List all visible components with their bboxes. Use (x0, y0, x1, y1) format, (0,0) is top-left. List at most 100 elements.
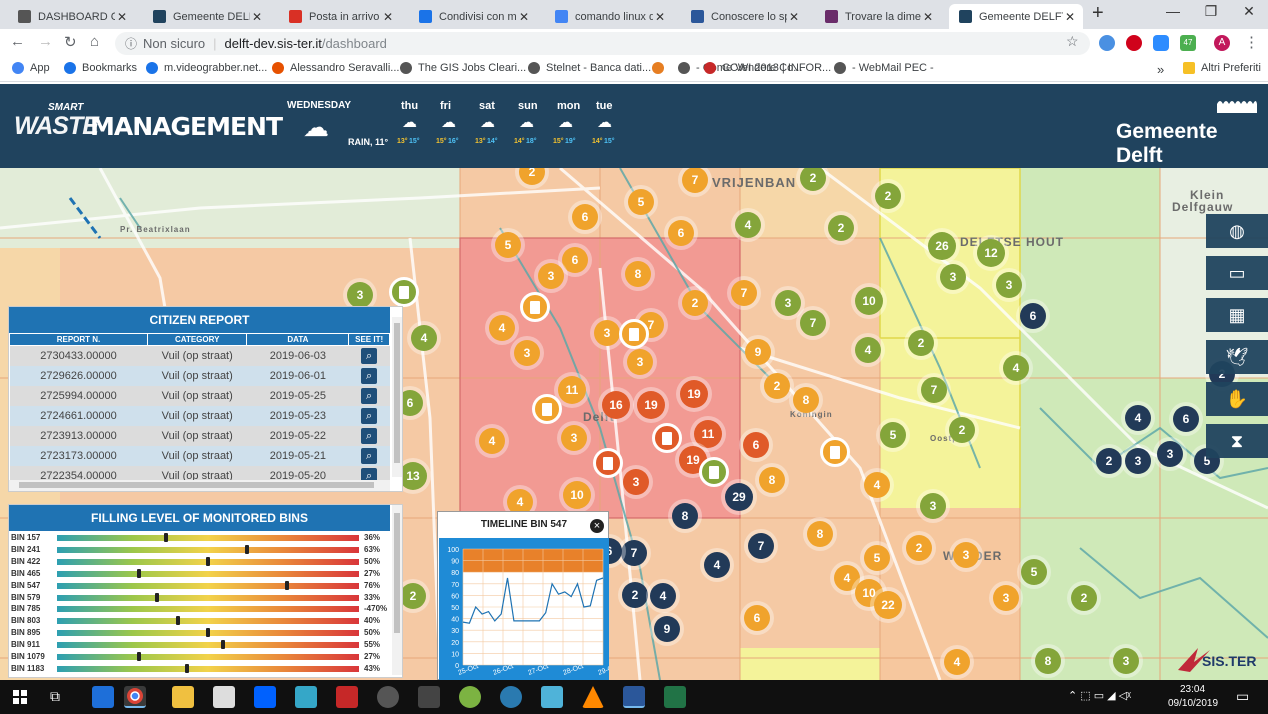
star-icon[interactable]: ☆ (1066, 33, 1079, 50)
close-tab-icon[interactable]: ✕ (381, 10, 395, 24)
cluster-marker[interactable]: 3 (627, 349, 653, 375)
cluster-marker[interactable]: 7 (621, 540, 647, 566)
search-icon[interactable]: ⌕ (361, 367, 378, 384)
cluster-marker[interactable]: 5 (880, 422, 906, 448)
bookmark-item[interactable]: The GIS Jobs Cleari... (400, 62, 526, 74)
cluster-marker[interactable]: 22 (874, 591, 902, 619)
cluster-marker[interactable]: 8 (1035, 648, 1061, 674)
cluster-marker[interactable]: 3 (993, 585, 1019, 611)
bookmark-item[interactable]: CCWI 2013 | INFOR... (704, 62, 831, 74)
cluster-marker[interactable]: 4 (735, 212, 761, 238)
excel-icon[interactable] (664, 686, 686, 708)
cluster-marker[interactable]: 3 (1157, 441, 1183, 467)
cluster-marker[interactable]: 3 (1113, 648, 1139, 674)
bin-marker[interactable] (520, 292, 550, 322)
cluster-marker[interactable]: 7 (731, 280, 757, 306)
browser-tab[interactable]: Gemeente DELFT✕ (143, 4, 270, 29)
bin-marker[interactable] (593, 448, 623, 478)
search-icon[interactable]: ⌕ (361, 447, 378, 464)
cluster-marker[interactable]: 7 (748, 533, 774, 559)
hand-icon[interactable]: ✋ (1206, 382, 1268, 416)
search-icon[interactable]: ⌕ (361, 387, 378, 404)
browser-tab[interactable]: Gemeente DELFT✕ (949, 4, 1083, 29)
cluster-marker[interactable]: 6 (744, 605, 770, 631)
word-icon[interactable] (623, 686, 645, 708)
cluster-marker[interactable]: 2 (682, 290, 708, 316)
app-icon[interactable] (500, 686, 522, 708)
cluster-marker[interactable]: 6 (1173, 406, 1199, 432)
vertical-scrollbar[interactable] (392, 505, 402, 675)
profile-avatar[interactable]: A (1214, 35, 1230, 51)
bookmark-item[interactable] (652, 62, 670, 74)
cluster-marker[interactable]: 3 (347, 282, 373, 308)
browser-tab[interactable]: comando linux dir ✕ (545, 4, 673, 29)
cluster-marker[interactable]: 5 (864, 545, 890, 571)
cluster-marker[interactable]: 4 (944, 649, 970, 675)
cluster-marker[interactable]: 3 (1125, 448, 1151, 474)
grid-icon[interactable]: ▦ (1206, 298, 1268, 332)
cluster-marker[interactable]: 2 (875, 183, 901, 209)
cluster-marker[interactable]: 2 (949, 417, 975, 443)
address-bar[interactable]: ⓘ Non sicuro | delft-dev.sis-ter.it /das… (115, 32, 1090, 55)
cluster-marker[interactable]: 5 (1021, 559, 1047, 585)
adblock-icon[interactable] (1126, 35, 1142, 51)
cluster-marker[interactable]: 3 (594, 320, 620, 346)
cluster-marker[interactable]: 4 (479, 428, 505, 454)
search-icon[interactable]: ⌕ (361, 427, 378, 444)
edge-icon[interactable] (92, 686, 114, 708)
cluster-marker[interactable]: 2 (622, 582, 648, 608)
cluster-marker[interactable]: 6 (1020, 303, 1046, 329)
bin-marker[interactable] (820, 437, 850, 467)
back-icon[interactable]: ← (10, 33, 25, 50)
cluster-marker[interactable]: 8 (759, 467, 785, 493)
cluster-marker[interactable]: 8 (625, 261, 651, 287)
chrome-icon[interactable] (124, 686, 146, 708)
cluster-marker[interactable]: 6 (743, 432, 769, 458)
cluster-marker[interactable]: 4 (704, 552, 730, 578)
vlc-icon[interactable] (582, 686, 604, 708)
bookmark-item[interactable]: Bookmarks (64, 62, 137, 74)
bookmark-item[interactable]: Alessandro Seravalli... (272, 62, 399, 74)
browser-tab[interactable]: DASHBOARD Cast✕ (8, 4, 135, 29)
cluster-marker[interactable]: 11 (558, 376, 586, 404)
vertical-scrollbar[interactable] (392, 317, 402, 477)
cluster-marker[interactable]: 29 (725, 483, 753, 511)
new-tab-icon[interactable]: + (1092, 2, 1104, 25)
close-button[interactable]: × (590, 519, 604, 533)
cluster-marker[interactable]: 3 (514, 340, 540, 366)
cluster-marker[interactable]: 3 (996, 272, 1022, 298)
cluster-marker[interactable]: 3 (561, 425, 587, 451)
close-tab-icon[interactable]: ✕ (921, 10, 935, 24)
horizontal-scrollbar[interactable] (9, 480, 390, 491)
cluster-marker[interactable]: 6 (572, 204, 598, 230)
store-icon[interactable] (213, 686, 235, 708)
search-icon[interactable]: ⌕ (361, 467, 378, 481)
bookmark-item[interactable]: Stelnet - Banca dati... (528, 62, 651, 74)
app-icon[interactable] (418, 686, 440, 708)
cluster-marker[interactable]: 4 (411, 325, 437, 351)
cluster-marker[interactable]: 19 (637, 391, 665, 419)
browser-tab[interactable]: Condivisi con me ✕ (409, 4, 537, 29)
bookmark-item[interactable]: - WebMail PEC - (834, 62, 934, 74)
cluster-marker[interactable]: 9 (745, 339, 771, 365)
app-icon[interactable] (541, 686, 563, 708)
extension-icon[interactable] (1099, 35, 1115, 51)
cluster-marker[interactable]: 7 (682, 168, 708, 193)
cluster-marker[interactable]: 6 (668, 220, 694, 246)
extension-badge[interactable]: 47 (1180, 35, 1196, 51)
search-icon[interactable]: ⌕ (361, 347, 378, 364)
bin-marker[interactable] (652, 423, 682, 453)
home-icon[interactable]: ⌂ (90, 33, 99, 50)
cluster-marker[interactable]: 26 (928, 232, 956, 260)
forward-icon[interactable]: → (38, 33, 53, 50)
cluster-marker[interactable]: 8 (807, 521, 833, 547)
task-view-icon[interactable]: ⧉ (50, 688, 60, 705)
app-icon[interactable] (459, 686, 481, 708)
cluster-marker[interactable]: 4 (650, 583, 676, 609)
browser-tab[interactable]: Conoscere lo spazi✕ (681, 4, 807, 29)
start-icon[interactable] (13, 690, 27, 704)
cluster-marker[interactable]: 2 (906, 535, 932, 561)
cluster-marker[interactable]: 2 (1096, 448, 1122, 474)
reload-icon[interactable]: ↻ (64, 33, 77, 51)
close-tab-icon[interactable]: ✕ (115, 10, 129, 24)
